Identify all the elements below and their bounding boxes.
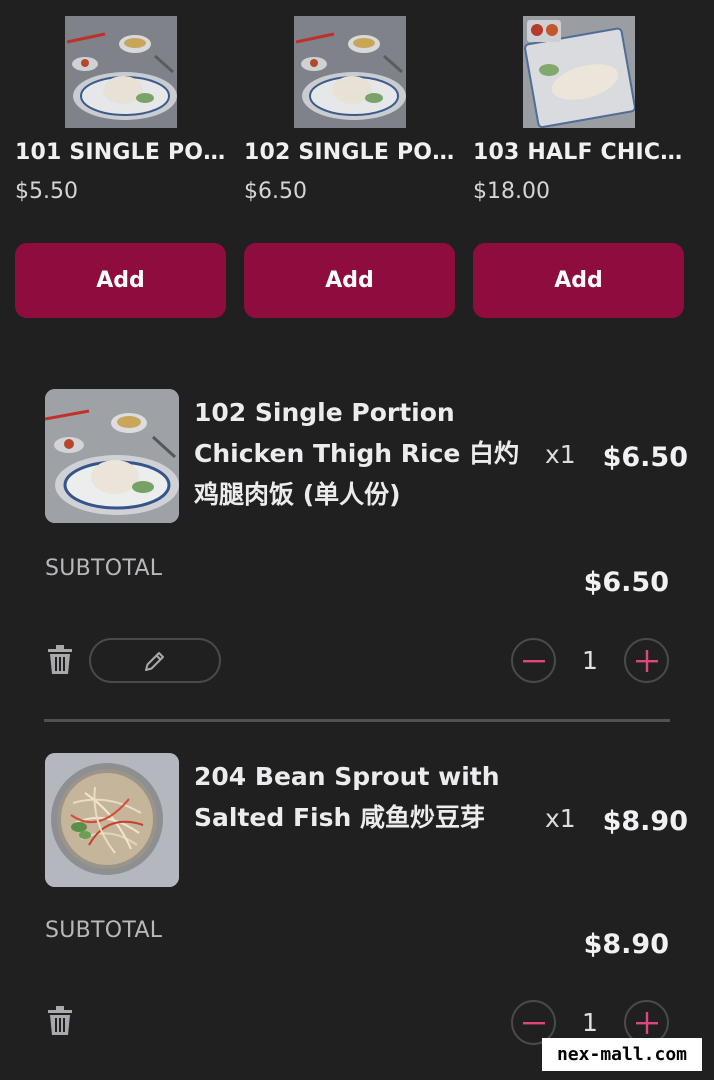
plus-icon (636, 650, 658, 672)
minus-icon (523, 660, 545, 663)
product-name[interactable]: 103 HALF CHIC… (473, 140, 685, 165)
item-image (45, 389, 179, 523)
item-image (45, 753, 179, 887)
product-name[interactable]: 101 SINGLE POR… (15, 140, 227, 165)
product-name[interactable]: 102 SINGLE PO… (244, 140, 456, 165)
quantity-value: 1 (582, 646, 598, 675)
item-price: $6.50 (602, 442, 688, 473)
item-quantity-label: x1 (545, 440, 576, 469)
increment-button[interactable] (624, 638, 669, 683)
product-image[interactable] (523, 16, 635, 128)
product-price: $18.00 (473, 179, 550, 204)
subtotal-value: $6.50 (583, 567, 669, 598)
watermark: nex-mall.com (542, 1038, 702, 1071)
product-image[interactable] (65, 16, 177, 128)
subtotal-value: $8.90 (583, 929, 669, 960)
minus-icon (523, 1022, 545, 1025)
product-price: $6.50 (244, 179, 307, 204)
plus-icon (636, 1012, 658, 1034)
edit-note-button[interactable] (89, 638, 221, 683)
product-price: $5.50 (15, 179, 78, 204)
quantity-value: 1 (582, 1008, 598, 1037)
cart-item: 102 Single Portion Chicken Thigh Rice 白灼… (0, 388, 714, 720)
item-price: $8.90 (602, 806, 688, 837)
divider (44, 719, 670, 722)
add-button[interactable]: Add (15, 243, 226, 318)
item-name: 102 Single Portion Chicken Thigh Rice 白灼… (194, 398, 520, 509)
item-name: 204 Bean Sprout with Salted Fish 咸鱼炒豆芽 (194, 762, 500, 832)
cart-item: 204 Bean Sprout with Salted Fish 咸鱼炒豆芽 x… (0, 752, 714, 1080)
decrement-button[interactable] (511, 638, 556, 683)
suggested-products: 101 SINGLE POR… $5.50 Add 102 SINGLE PO…… (0, 0, 714, 330)
item-quantity-label: x1 (545, 804, 576, 833)
trash-icon[interactable] (46, 645, 74, 675)
trash-icon[interactable] (46, 1006, 74, 1036)
product-image[interactable] (294, 16, 406, 128)
subtotal-label: SUBTOTAL (45, 556, 163, 581)
add-button[interactable]: Add (244, 243, 455, 318)
pencil-icon (145, 652, 164, 671)
subtotal-label: SUBTOTAL (45, 918, 163, 943)
add-button[interactable]: Add (473, 243, 684, 318)
